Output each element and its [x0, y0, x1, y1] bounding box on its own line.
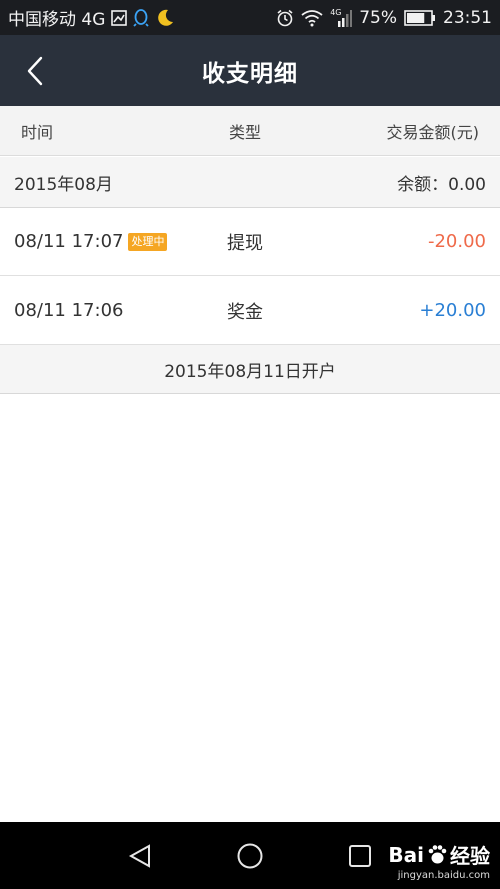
status-badge: 处理中 [128, 232, 168, 251]
transaction-time: 08/11 17:06 [14, 300, 124, 321]
baidu-jingyan-watermark: Bai 经验 jingyan.baidu.com [388, 840, 490, 882]
carrier-label: 中国移动 4G [8, 10, 106, 30]
app-header: 收支明细 [0, 35, 500, 106]
month-label: 2015年08月 [14, 174, 113, 195]
month-section-header: 2015年08月 余额：0.00 [0, 157, 500, 208]
network-type-label: 4G [330, 7, 342, 17]
square-recents-icon [349, 845, 371, 867]
balance-label: 余额：0.00 [397, 174, 486, 195]
transaction-time-group: 08/11 17:06 [14, 300, 123, 321]
column-time: 时间 [21, 122, 54, 142]
circle-home-icon [237, 843, 263, 869]
transaction-row[interactable]: 08/11 17:07 处理中 提现 -20.00 [0, 208, 500, 276]
column-type: 类型 [229, 122, 262, 142]
status-right: 4G 75% 23:51 [276, 8, 492, 28]
triangle-back-icon [128, 844, 150, 868]
watermark-brand-left: Bai [388, 842, 424, 867]
image-notification-icon [111, 9, 128, 26]
paw-icon [428, 844, 447, 863]
clock-time: 23:51 [443, 7, 492, 28]
navigation-bar: Bai 经验 jingyan.baidu.com [0, 822, 500, 889]
back-arrow-icon [27, 56, 43, 86]
cell-signal-icon: 4G [330, 7, 353, 28]
account-open-row: 2015年08月11日开户 [0, 345, 500, 394]
transaction-type: 提现 [227, 232, 263, 254]
watermark-url: jingyan.baidu.com [397, 870, 490, 881]
transaction-row[interactable]: 08/11 17:06 奖金 +20.00 [0, 277, 500, 345]
battery-percent: 75% [359, 7, 397, 28]
transaction-time-group: 08/11 17:07 处理中 [14, 231, 168, 252]
watermark-brand: Bai 经验 [388, 840, 490, 869]
transaction-amount: -20.00 [427, 231, 486, 252]
transaction-type: 奖金 [227, 301, 263, 323]
transaction-time: 08/11 17:07 [14, 231, 124, 252]
transaction-amount: +20.00 [419, 300, 486, 321]
qq-icon [133, 8, 150, 28]
status-bar: 中国移动 4G 4G 75% 23:51 [0, 0, 500, 35]
nav-recents-button[interactable] [344, 840, 376, 872]
column-amount: 交易金额(元) [386, 122, 480, 142]
account-open-label: 2015年08月11日开户 [164, 361, 336, 382]
status-left: 中国移动 4G [8, 5, 175, 30]
column-header: 时间 类型 交易金额(元) [0, 106, 500, 156]
watermark-brand-right: 经验 [450, 844, 490, 868]
alarm-icon [276, 9, 294, 27]
back-button[interactable] [18, 53, 52, 89]
wifi-icon [301, 9, 323, 27]
battery-icon [404, 9, 436, 26]
moon-icon [155, 8, 175, 28]
nav-home-button[interactable] [234, 840, 266, 872]
nav-back-button[interactable] [124, 840, 156, 872]
page-title: 收支明细 [202, 60, 298, 87]
